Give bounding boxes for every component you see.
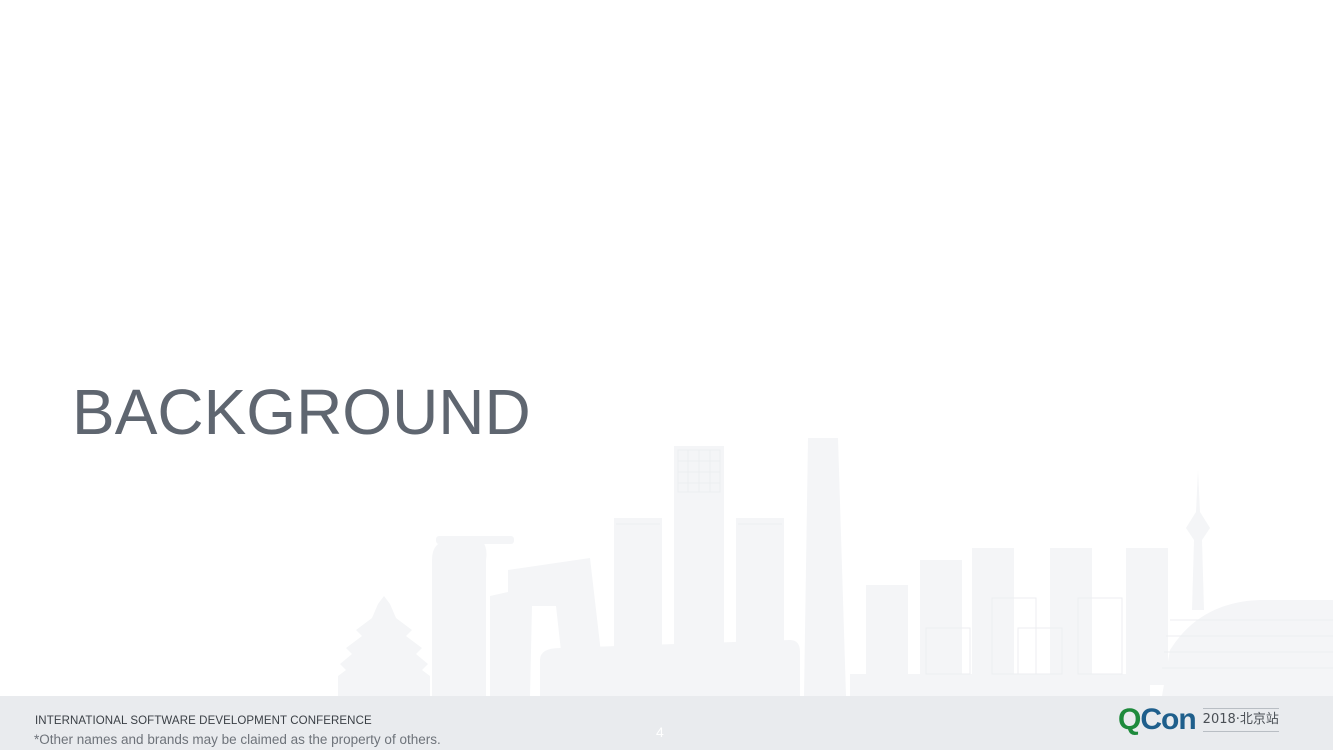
footer-bar: INTERNATIONAL SOFTWARE DEVELOPMENT CONFE…: [0, 696, 1333, 750]
slide-title: BACKGROUND: [72, 376, 531, 448]
qcon-logo: Q Con 2018·北京站: [1118, 704, 1279, 736]
beijing-skyline-graphic: [338, 438, 1333, 696]
conference-name: INTERNATIONAL SOFTWARE DEVELOPMENT CONFE…: [35, 715, 372, 727]
disclaimer-text: *Other names and brands may be claimed a…: [34, 732, 441, 747]
logo-q-letter: Q: [1118, 703, 1141, 736]
logo-con-letters: Con: [1140, 703, 1196, 736]
logo-edition: 2018·北京站: [1202, 708, 1279, 732]
slide: BACKGROUND INTERNATIONAL SOFTWARE DEVELO…: [0, 0, 1333, 750]
page-number: 4: [656, 724, 664, 740]
